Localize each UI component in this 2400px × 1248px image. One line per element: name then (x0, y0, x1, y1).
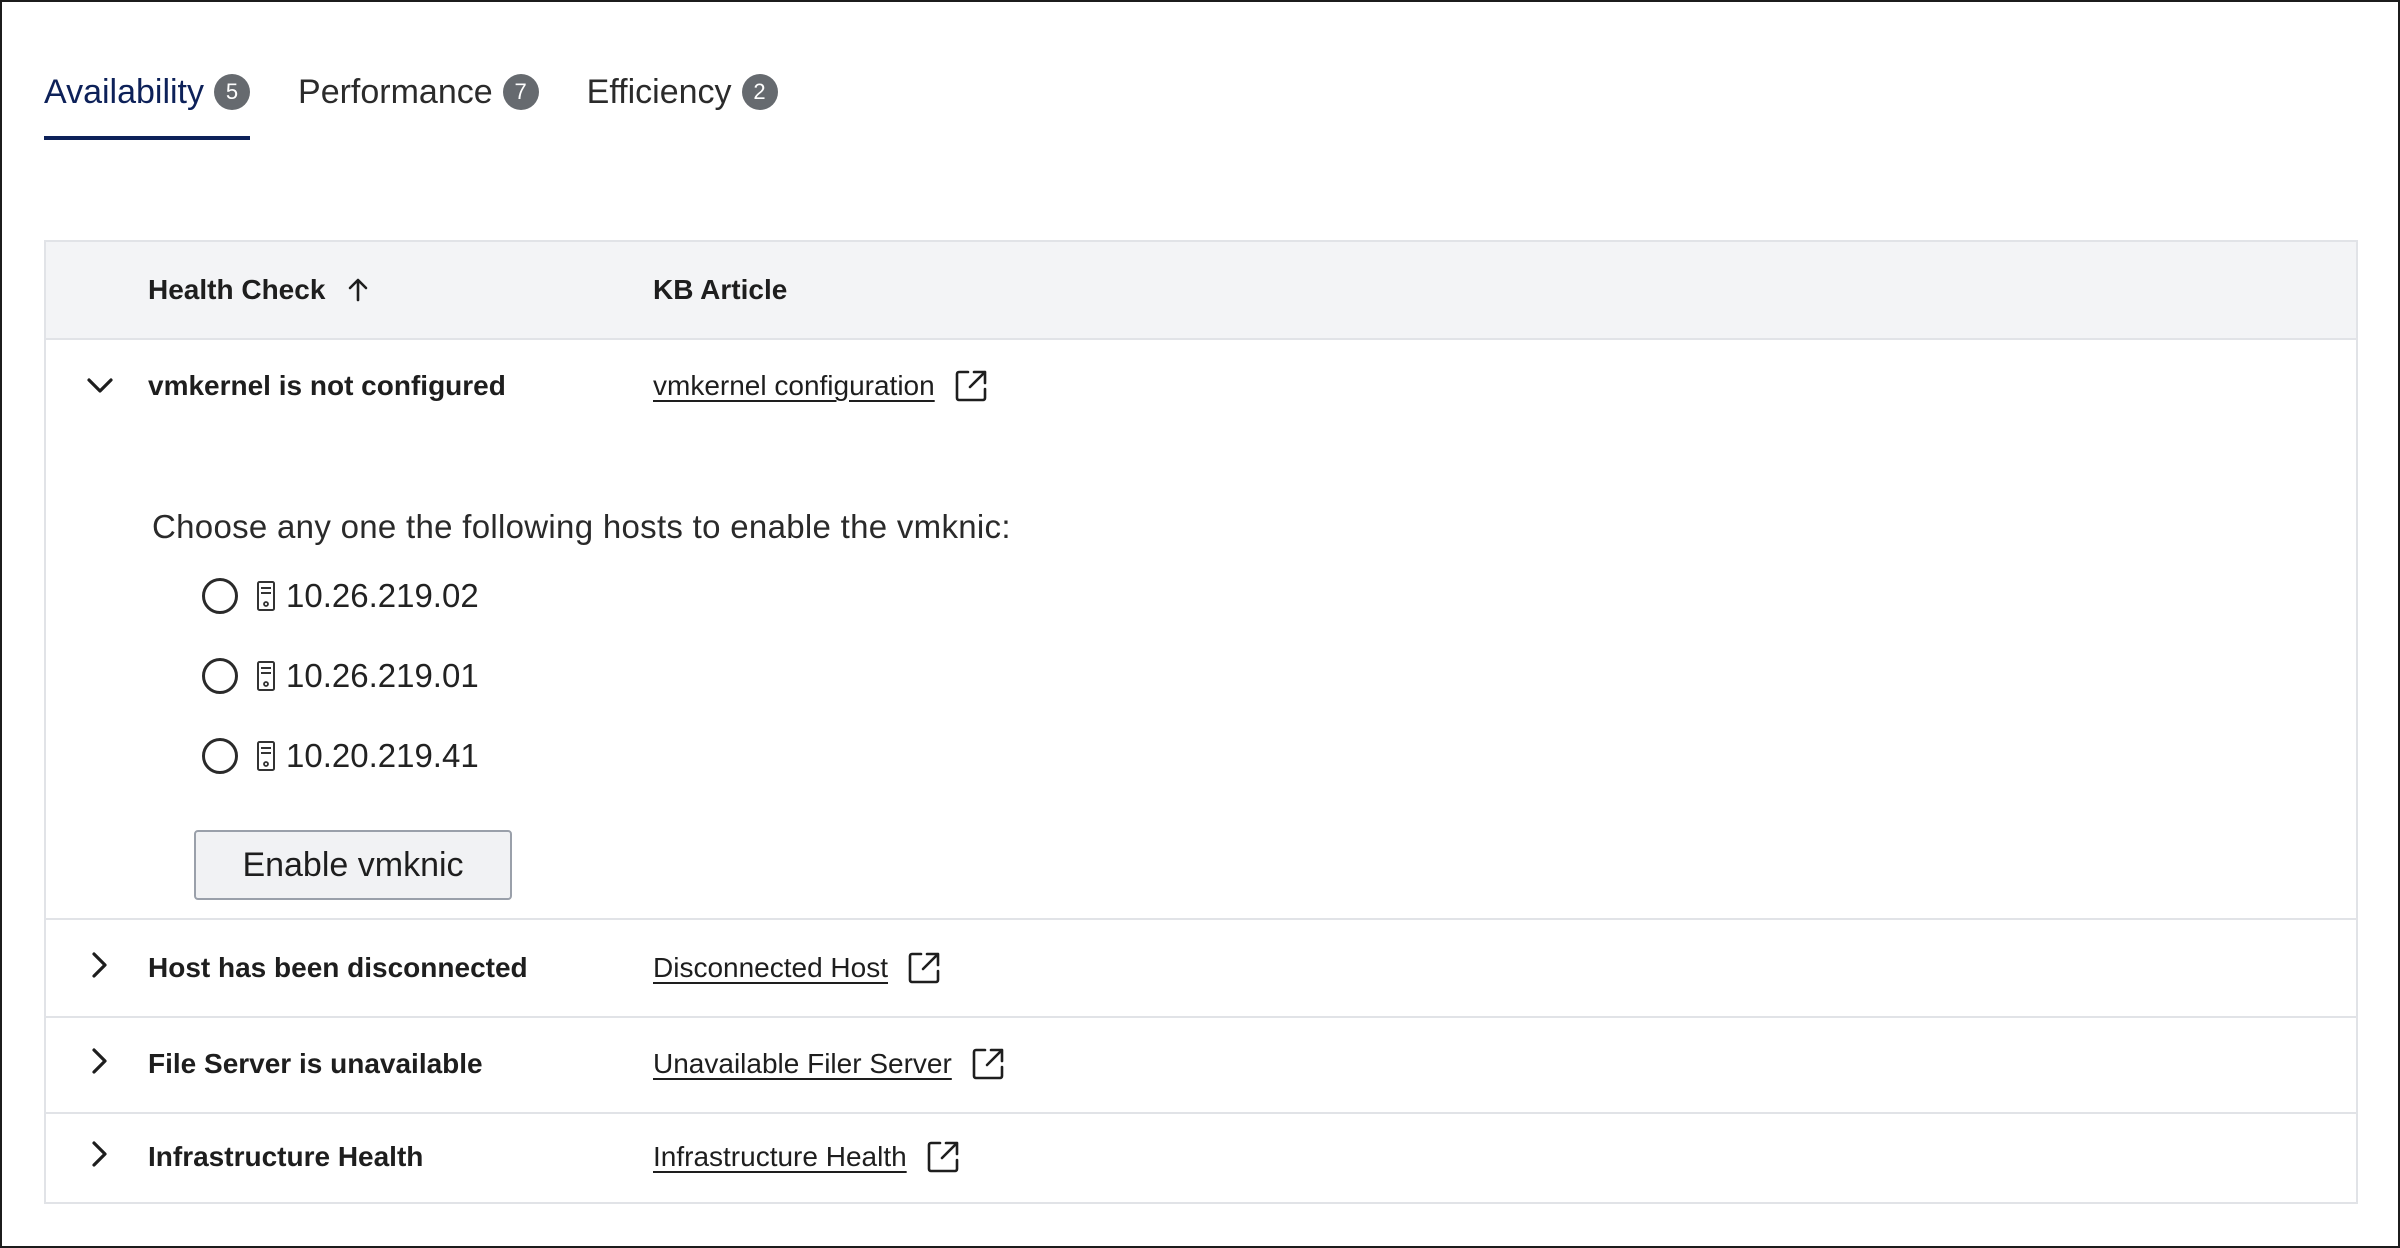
tab-label: Efficiency (586, 72, 732, 111)
table-row: Host has been disconnected Disconnected … (46, 920, 2356, 1018)
table-row: Infrastructure Health Infrastructure Hea… (46, 1112, 2356, 1202)
column-header-health-check[interactable]: Health Check (148, 242, 369, 338)
kb-article-link[interactable]: Unavailable Filer Server (653, 1048, 952, 1080)
collapse-row-button[interactable] (72, 338, 128, 434)
column-header-label: KB Article (653, 274, 788, 305)
health-check-window: Availability 5 Performance 7 Efficiency … (0, 0, 2400, 1248)
chevron-down-icon (86, 370, 114, 402)
kb-article-cell: Disconnected Host (653, 920, 942, 1016)
count-badge: 5 (214, 74, 251, 110)
host-ip-label: 10.26.219.02 (286, 577, 479, 614)
health-check-name: File Server is unavailable (148, 1048, 483, 1079)
health-check-table: Health Check KB Article vmkernel is not … (44, 240, 2358, 1204)
expand-row-button[interactable] (72, 1112, 128, 1202)
chevron-right-icon (91, 1047, 109, 1082)
category-tabs: Availability 5 Performance 7 Efficiency … (44, 64, 778, 140)
count-badge: 2 (741, 74, 778, 110)
arrow-up-icon[interactable] (347, 278, 369, 302)
kb-article-cell: vmkernel configuration (653, 338, 989, 434)
enable-vmknic-button[interactable]: Enable vmknic (194, 830, 512, 900)
host-radio[interactable] (202, 658, 238, 694)
vmknic-host-panel: Choose any one the following hosts to en… (152, 508, 1011, 900)
panel-instructions: Choose any one the following hosts to en… (152, 508, 1011, 545)
external-link-icon[interactable] (970, 1046, 1006, 1082)
health-check-name: vmkernel is not configured (148, 370, 506, 401)
kb-article-cell: Unavailable Filer Server (653, 1016, 1006, 1112)
table-row: File Server is unavailable Unavailable F… (46, 1016, 2356, 1114)
count-badge: 7 (502, 74, 539, 110)
health-check-name: Host has been disconnected (148, 952, 528, 983)
tab-efficiency[interactable]: Efficiency 2 (587, 64, 778, 120)
host-radio[interactable] (202, 738, 238, 774)
host-option[interactable]: 10.20.219.41 (152, 726, 1011, 786)
server-icon (256, 660, 276, 692)
host-option[interactable]: 10.26.219.02 (152, 566, 1011, 626)
kb-article-link[interactable]: Infrastructure Health (653, 1141, 907, 1173)
kb-article-link[interactable]: vmkernel configuration (653, 370, 935, 402)
tab-performance[interactable]: Performance 7 (298, 64, 539, 120)
tab-availability[interactable]: Availability 5 (44, 64, 251, 140)
external-link-icon[interactable] (953, 368, 989, 404)
expand-row-button[interactable] (72, 920, 128, 1016)
kb-article-link[interactable]: Disconnected Host (653, 952, 888, 984)
column-header-label: Health Check (148, 274, 326, 305)
server-icon (256, 740, 276, 772)
server-icon (256, 580, 276, 612)
external-link-icon[interactable] (906, 950, 942, 986)
host-radio[interactable] (202, 578, 238, 614)
chevron-right-icon (91, 1140, 109, 1175)
chevron-right-icon (91, 951, 109, 986)
column-header-kb-article: KB Article (653, 242, 787, 338)
kb-article-cell: Infrastructure Health (653, 1112, 961, 1202)
tab-label: Performance (298, 72, 493, 111)
host-ip-label: 10.20.219.41 (286, 737, 479, 774)
host-ip-label: 10.26.219.01 (286, 657, 479, 694)
table-row: vmkernel is not configured vmkernel conf… (46, 338, 2356, 920)
host-option[interactable]: 10.26.219.01 (152, 646, 1011, 706)
expand-row-button[interactable] (72, 1016, 128, 1112)
external-link-icon[interactable] (925, 1139, 961, 1175)
tab-label: Availability (44, 72, 205, 111)
table-header: Health Check KB Article (46, 242, 2356, 340)
health-check-name: Infrastructure Health (148, 1141, 424, 1172)
